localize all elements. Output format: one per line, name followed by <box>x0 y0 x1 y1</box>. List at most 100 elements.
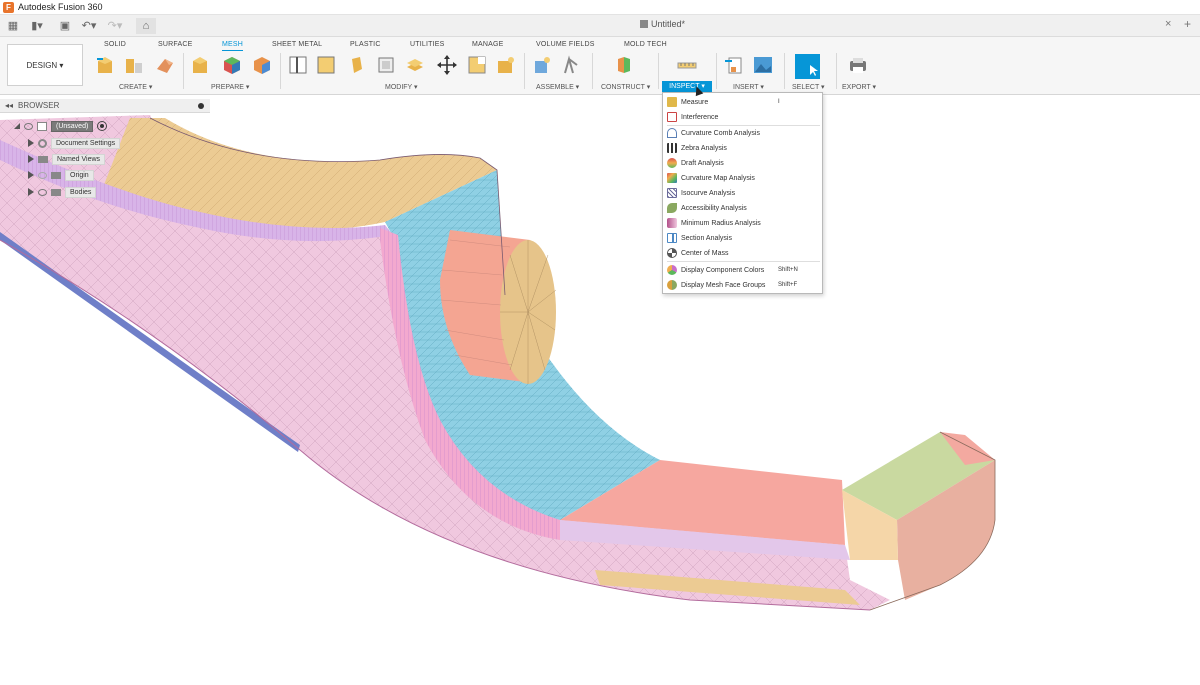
inspect-group-button[interactable]: INSPECT ▾ <box>662 81 712 92</box>
generate-face-groups-icon[interactable] <box>222 55 242 75</box>
create-mesh-icon[interactable] <box>95 55 115 75</box>
select-group-label[interactable]: SELECT ▾ <box>792 83 825 91</box>
tab-plastic[interactable]: PLASTIC <box>350 41 381 48</box>
named-views-label[interactable]: Named Views <box>52 153 106 165</box>
tab-volume-fields[interactable]: VOLUME FIELDS <box>536 41 595 48</box>
ribbon-separator <box>658 53 659 89</box>
menu-item-center-of-mass[interactable]: Center of Mass <box>663 246 824 260</box>
export-group-label[interactable]: EXPORT ▾ <box>842 83 876 91</box>
home-icon[interactable]: ⌂ <box>136 18 156 34</box>
browser-collapse-icon[interactable]: ◂◂ <box>5 101 13 110</box>
combine-face-groups-icon[interactable] <box>252 55 272 75</box>
component-colors-icon <box>667 265 677 275</box>
tab-mold-tech[interactable]: MOLD TECH <box>624 41 667 48</box>
menu-item-label: Accessibility Analysis <box>681 204 747 212</box>
folder-icon <box>51 188 61 196</box>
tab-sheet-metal[interactable]: SHEET METAL <box>272 41 322 48</box>
convert-mesh-icon[interactable] <box>124 55 144 75</box>
expand-triangle-icon[interactable] <box>28 171 34 179</box>
face-groups-icon <box>667 280 677 290</box>
tab-solid[interactable]: SOLID <box>104 41 126 48</box>
measure-tool-icon[interactable] <box>677 55 697 75</box>
bodies-label[interactable]: Bodies <box>65 186 97 198</box>
visibility-eye-icon[interactable] <box>38 171 47 179</box>
browser-item-origin[interactable]: Origin <box>28 169 94 181</box>
menu-item-isocurve[interactable]: Isocurve Analysis <box>663 186 824 200</box>
menu-item-component-colors[interactable]: Display Component Colors Shift+N <box>663 263 824 277</box>
create-group-label[interactable]: CREATE ▾ <box>119 83 152 91</box>
repair-icon[interactable] <box>191 55 211 75</box>
origin-label[interactable]: Origin <box>65 169 94 181</box>
curvature-map-icon <box>667 173 677 183</box>
assemble-group-label[interactable]: ASSEMBLE ▾ <box>536 83 579 91</box>
menu-item-curvature-comb[interactable]: Curvature Comb Analysis <box>663 126 824 140</box>
menu-item-accessibility[interactable]: Accessibility Analysis <box>663 201 824 215</box>
insert-canvas-icon[interactable] <box>753 55 773 75</box>
isocurve-icon <box>667 188 677 198</box>
tab-manage[interactable]: MANAGE <box>472 41 504 48</box>
visibility-eye-icon[interactable] <box>24 122 33 130</box>
root-component-label[interactable]: (Unsaved) <box>51 120 94 132</box>
draft-icon <box>667 158 677 168</box>
expand-triangle-icon[interactable] <box>28 188 34 196</box>
browser-item-document-settings[interactable]: Document Settings <box>28 137 121 149</box>
menu-item-mesh-face-groups[interactable]: Display Mesh Face Groups Shift+F <box>663 278 824 292</box>
shell-icon[interactable] <box>346 55 366 75</box>
offset-plane-icon[interactable] <box>614 55 634 75</box>
redo-icon[interactable]: ↷▾ <box>106 18 124 34</box>
collapse-triangle-icon[interactable] <box>14 123 20 129</box>
prepare-group-label[interactable]: PREPARE ▾ <box>211 83 249 91</box>
plane-cut-icon[interactable] <box>288 55 308 75</box>
expand-triangle-icon[interactable] <box>28 139 34 147</box>
joint-icon[interactable] <box>561 55 581 75</box>
construct-group-label[interactable]: CONSTRUCT ▾ <box>601 83 650 91</box>
remesh-icon[interactable] <box>405 55 425 75</box>
menu-item-draft[interactable]: Draft Analysis <box>663 156 824 170</box>
file-icon[interactable]: ▮▾ <box>28 18 46 34</box>
tab-mesh[interactable]: MESH <box>222 41 244 51</box>
browser-item-named-views[interactable]: Named Views <box>28 153 106 165</box>
browser-item-bodies[interactable]: Bodies <box>28 186 97 198</box>
modify-group-label[interactable]: MODIFY ▾ <box>385 83 418 91</box>
menu-item-label: Draft Analysis <box>681 159 724 167</box>
undo-icon[interactable]: ↶▾ <box>80 18 98 34</box>
browser-root-row[interactable]: (Unsaved) <box>14 120 108 132</box>
app-title: Autodesk Fusion 360 <box>18 2 103 12</box>
browser-pin-icon[interactable] <box>198 102 204 109</box>
add-tab-icon[interactable]: + <box>1184 17 1191 31</box>
viewport-canvas[interactable] <box>0 95 1200 685</box>
document-settings-label[interactable]: Document Settings <box>51 137 121 149</box>
browser-header[interactable]: ◂◂ BROWSER <box>0 99 210 113</box>
document-icon <box>37 121 47 131</box>
make-closed-mesh-icon[interactable] <box>316 55 336 75</box>
menu-item-curvature-map[interactable]: Curvature Map Analysis <box>663 171 824 185</box>
zebra-icon <box>667 143 677 153</box>
visibility-eye-icon[interactable] <box>38 188 47 196</box>
tab-utilities[interactable]: UTILITIES <box>410 41 444 48</box>
tessellate-icon[interactable] <box>155 55 175 75</box>
workspace-switcher[interactable]: DESIGN ▾ <box>7 44 83 86</box>
scale-mesh-icon[interactable] <box>467 55 487 75</box>
insert-group-label[interactable]: INSERT ▾ <box>733 83 764 91</box>
ribbon-separator <box>716 53 717 89</box>
reverse-normal-icon[interactable] <box>376 55 396 75</box>
activate-radio-icon[interactable] <box>97 121 108 131</box>
menu-item-section[interactable]: Section Analysis <box>663 231 824 245</box>
grid-icon[interactable]: ▦ <box>6 18 20 34</box>
menu-item-minimum-radius[interactable]: Minimum Radius Analysis <box>663 216 824 230</box>
document-tab[interactable]: Untitled* <box>640 19 685 29</box>
tab-surface[interactable]: SURFACE <box>158 41 192 48</box>
new-component-icon[interactable] <box>532 55 552 75</box>
expand-triangle-icon[interactable] <box>28 155 34 163</box>
menu-item-interference[interactable]: Interference <box>663 110 824 124</box>
smooth-icon[interactable] <box>496 55 516 75</box>
save-icon[interactable]: ▣ <box>58 18 72 34</box>
insert-mesh-icon[interactable] <box>724 55 744 75</box>
menu-item-measure[interactable]: Measure I <box>663 95 824 109</box>
close-tab-icon[interactable]: × <box>1165 18 1171 30</box>
menu-item-label: Section Analysis <box>681 234 732 242</box>
export-icon[interactable] <box>848 55 868 75</box>
move-icon[interactable] <box>437 55 457 75</box>
menu-item-zebra[interactable]: Zebra Analysis <box>663 141 824 155</box>
select-tool-button[interactable] <box>795 54 820 79</box>
